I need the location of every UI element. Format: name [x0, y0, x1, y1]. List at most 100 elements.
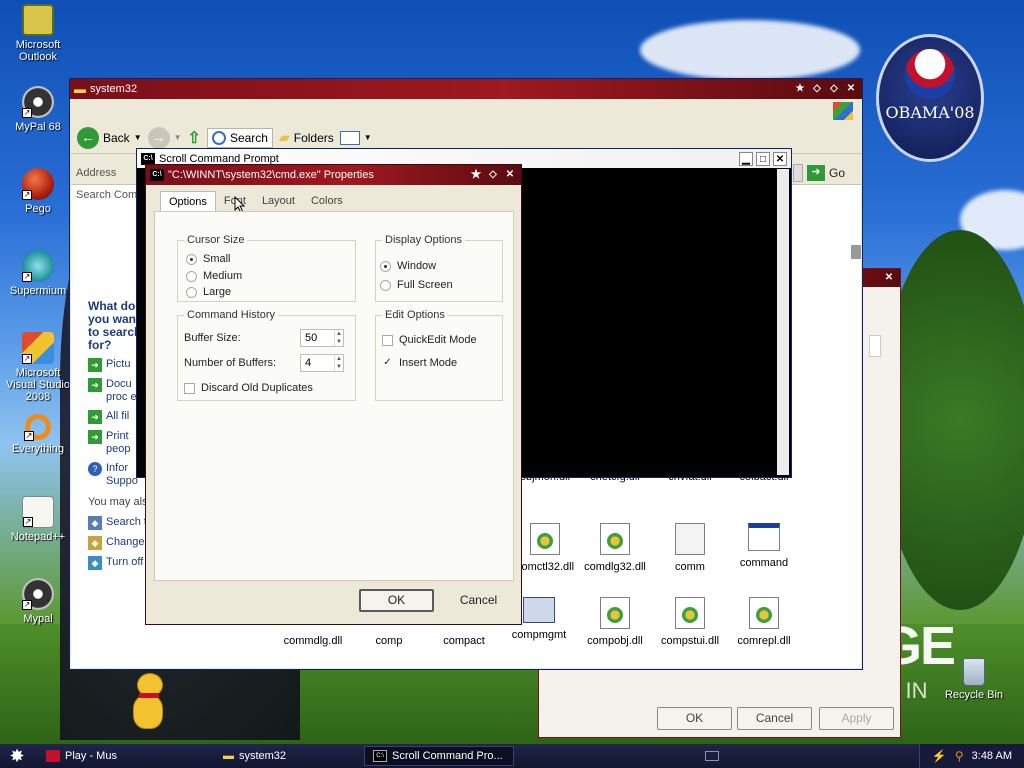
close-icon[interactable]: ✕ — [882, 271, 896, 285]
radio-off — [380, 279, 391, 291]
task-link[interactable]: ◆ Search t — [76, 512, 154, 530]
arrow-right-icon: ➜ — [88, 378, 102, 392]
file-item[interactable]: comdlg32.dll — [577, 523, 653, 573]
views-button[interactable]: ▼ — [339, 130, 372, 145]
search-assistant-dog-icon[interactable] — [125, 673, 175, 739]
star-icon[interactable]: ★ — [793, 82, 807, 96]
dll-file-icon — [600, 523, 630, 555]
forward-button[interactable]: → ▼ — [147, 126, 182, 149]
gear-icon — [607, 533, 623, 549]
desktop-icon-supermium[interactable]: ↗ Supermium — [2, 250, 74, 297]
desktop-icon-label: Microsoft Visual Studio 2008 — [5, 367, 70, 403]
desktop-icon-mypal68[interactable]: ↗ MyPal 68 — [2, 86, 74, 133]
desktop-icon-label: Mypal — [23, 613, 53, 625]
file-item[interactable]: comm — [652, 523, 728, 573]
explorer-title: system32 — [90, 83, 138, 95]
clock[interactable]: 3:48 AM — [972, 750, 1012, 762]
desktop-icon-recycle-bin[interactable]: Recycle Bin — [938, 658, 1010, 701]
folder-icon: ▬ — [222, 750, 234, 762]
file-item[interactable]: compobj.dll — [577, 597, 653, 647]
folders-button[interactable]: ▰ Folders — [279, 129, 334, 146]
desktop-icon-outlook[interactable]: Microsoft Outlook — [2, 4, 74, 63]
task-link[interactable]: ◆ Change — [76, 530, 154, 550]
tab-options[interactable]: Options — [160, 191, 216, 212]
chevron-down-icon: ▼ — [363, 133, 372, 142]
quickedit-checkbox[interactable]: QuickEdit Mode — [382, 334, 477, 346]
pin-icon[interactable]: ◇ — [486, 168, 500, 182]
display-fullscreen-radio[interactable]: Full Screen — [380, 279, 453, 291]
gear-icon — [682, 607, 698, 623]
shortcut-arrow-icon: ↗ — [22, 354, 32, 364]
insert-mode-checkbox[interactable]: ✓ Insert Mode — [382, 357, 457, 369]
discard-duplicates-checkbox[interactable]: Discard Old Duplicates — [184, 382, 313, 394]
background-ok-button[interactable]: OK — [657, 707, 732, 730]
maximize-icon[interactable]: □ — [756, 151, 770, 166]
wallpaper-cloud — [640, 20, 860, 80]
assistant-icon: ◆ — [88, 556, 102, 570]
task-link[interactable]: ◆ Turn off — [76, 550, 154, 570]
edit-options-group: Edit Options QuickEdit Mode ✓ Insert Mode — [375, 309, 503, 401]
desktop-icon-pego[interactable]: ↗ Pego — [2, 168, 74, 215]
background-cancel-button[interactable]: Cancel — [737, 707, 812, 730]
desktop-icon-notepadpp[interactable]: ↗ Notepad++ — [2, 496, 74, 543]
checkbox-unchecked — [382, 334, 393, 346]
search-icon[interactable]: ⚲ — [955, 749, 964, 763]
spin-arrows-icon[interactable]: ▲ ▼ — [334, 330, 343, 346]
desktop-icon-everything[interactable]: ↗ Everything — [2, 414, 74, 455]
taskbar-item-system32[interactable]: ▬ system32 — [215, 746, 294, 766]
ok-button[interactable]: OK — [359, 589, 434, 612]
start-button[interactable]: ✸ — [0, 744, 34, 768]
background-apply-button[interactable]: Apply — [819, 707, 894, 730]
cursor-medium-radio[interactable]: Medium — [186, 270, 242, 282]
task-pane-also-label: You may also — [88, 496, 154, 508]
windows-flag-icon — [833, 102, 853, 120]
display-window-radio[interactable]: Window — [380, 260, 436, 272]
buffer-size-stepper[interactable]: 50 ▲ ▼ — [300, 329, 344, 347]
file-item[interactable]: command — [726, 523, 802, 569]
number-of-buffers-stepper[interactable]: 4 ▲ ▼ — [300, 354, 344, 372]
close-icon[interactable]: ✕ — [844, 82, 858, 96]
restore-icon[interactable]: ◇ — [827, 82, 841, 96]
desktop-icon-mypal[interactable]: ↗ Mypal — [2, 578, 74, 625]
tab-colors[interactable]: Colors — [303, 191, 351, 212]
system-tray: ⚡ ⚲ 3:48 AM — [918, 744, 1024, 768]
minimize-icon[interactable]: ▁ — [739, 151, 753, 166]
edit-options-label: Edit Options — [382, 309, 448, 321]
taskbar-item-media[interactable]: Play - Mus — [38, 746, 125, 766]
file-item[interactable]: comrepl.dll — [726, 597, 802, 647]
close-icon[interactable]: ✕ — [503, 168, 517, 182]
folder-icon: ▬ — [74, 82, 86, 96]
dll-file-icon — [675, 597, 705, 629]
task-link-label: Search t — [106, 516, 147, 528]
cursor-small-radio[interactable]: Small — [186, 253, 231, 265]
file-label: compstui.dll — [660, 635, 720, 647]
start-star-icon: ✸ — [9, 745, 25, 766]
arrow-right-icon: ➜ — [88, 358, 102, 372]
console-scrollbar[interactable] — [777, 169, 789, 475]
desktop-icon-visual-studio[interactable]: ↗ Microsoft Visual Studio 2008 — [2, 332, 74, 403]
up-button[interactable]: ⇧ — [188, 128, 201, 148]
radio-off — [186, 270, 197, 282]
pin-icon[interactable]: ◇ — [810, 82, 824, 96]
taskbar-item-label: Scroll Command Pro... — [392, 750, 503, 762]
close-icon[interactable]: ✕ — [773, 151, 787, 166]
file-item[interactable]: compstui.dll — [652, 597, 728, 647]
star-icon[interactable]: ★ — [469, 168, 483, 182]
show-desktop-icon[interactable] — [705, 751, 720, 761]
cursor-large-radio[interactable]: Large — [186, 286, 231, 298]
go-button[interactable]: ➜ Go — [806, 164, 845, 181]
tab-layout[interactable]: Layout — [254, 191, 303, 212]
display-options-group: Display Options Window Full Screen — [375, 234, 503, 302]
back-button[interactable]: ← Back ▼ — [77, 126, 142, 149]
console-icon: C:\ — [150, 169, 164, 181]
taskbar-item-console[interactable]: C:\ Scroll Command Pro... — [364, 746, 515, 766]
media-player-icon — [46, 750, 60, 762]
search-button[interactable]: Search — [206, 127, 273, 148]
explorer-menubar — [71, 100, 861, 122]
scrollbar-thumb[interactable] — [851, 245, 861, 259]
network-icon[interactable]: ⚡ — [932, 749, 947, 763]
spin-arrows-icon[interactable]: ▲ ▼ — [334, 355, 343, 371]
task-link-label: Change — [106, 536, 145, 548]
cancel-button[interactable]: Cancel — [441, 589, 516, 612]
address-dropdown[interactable] — [792, 163, 803, 182]
